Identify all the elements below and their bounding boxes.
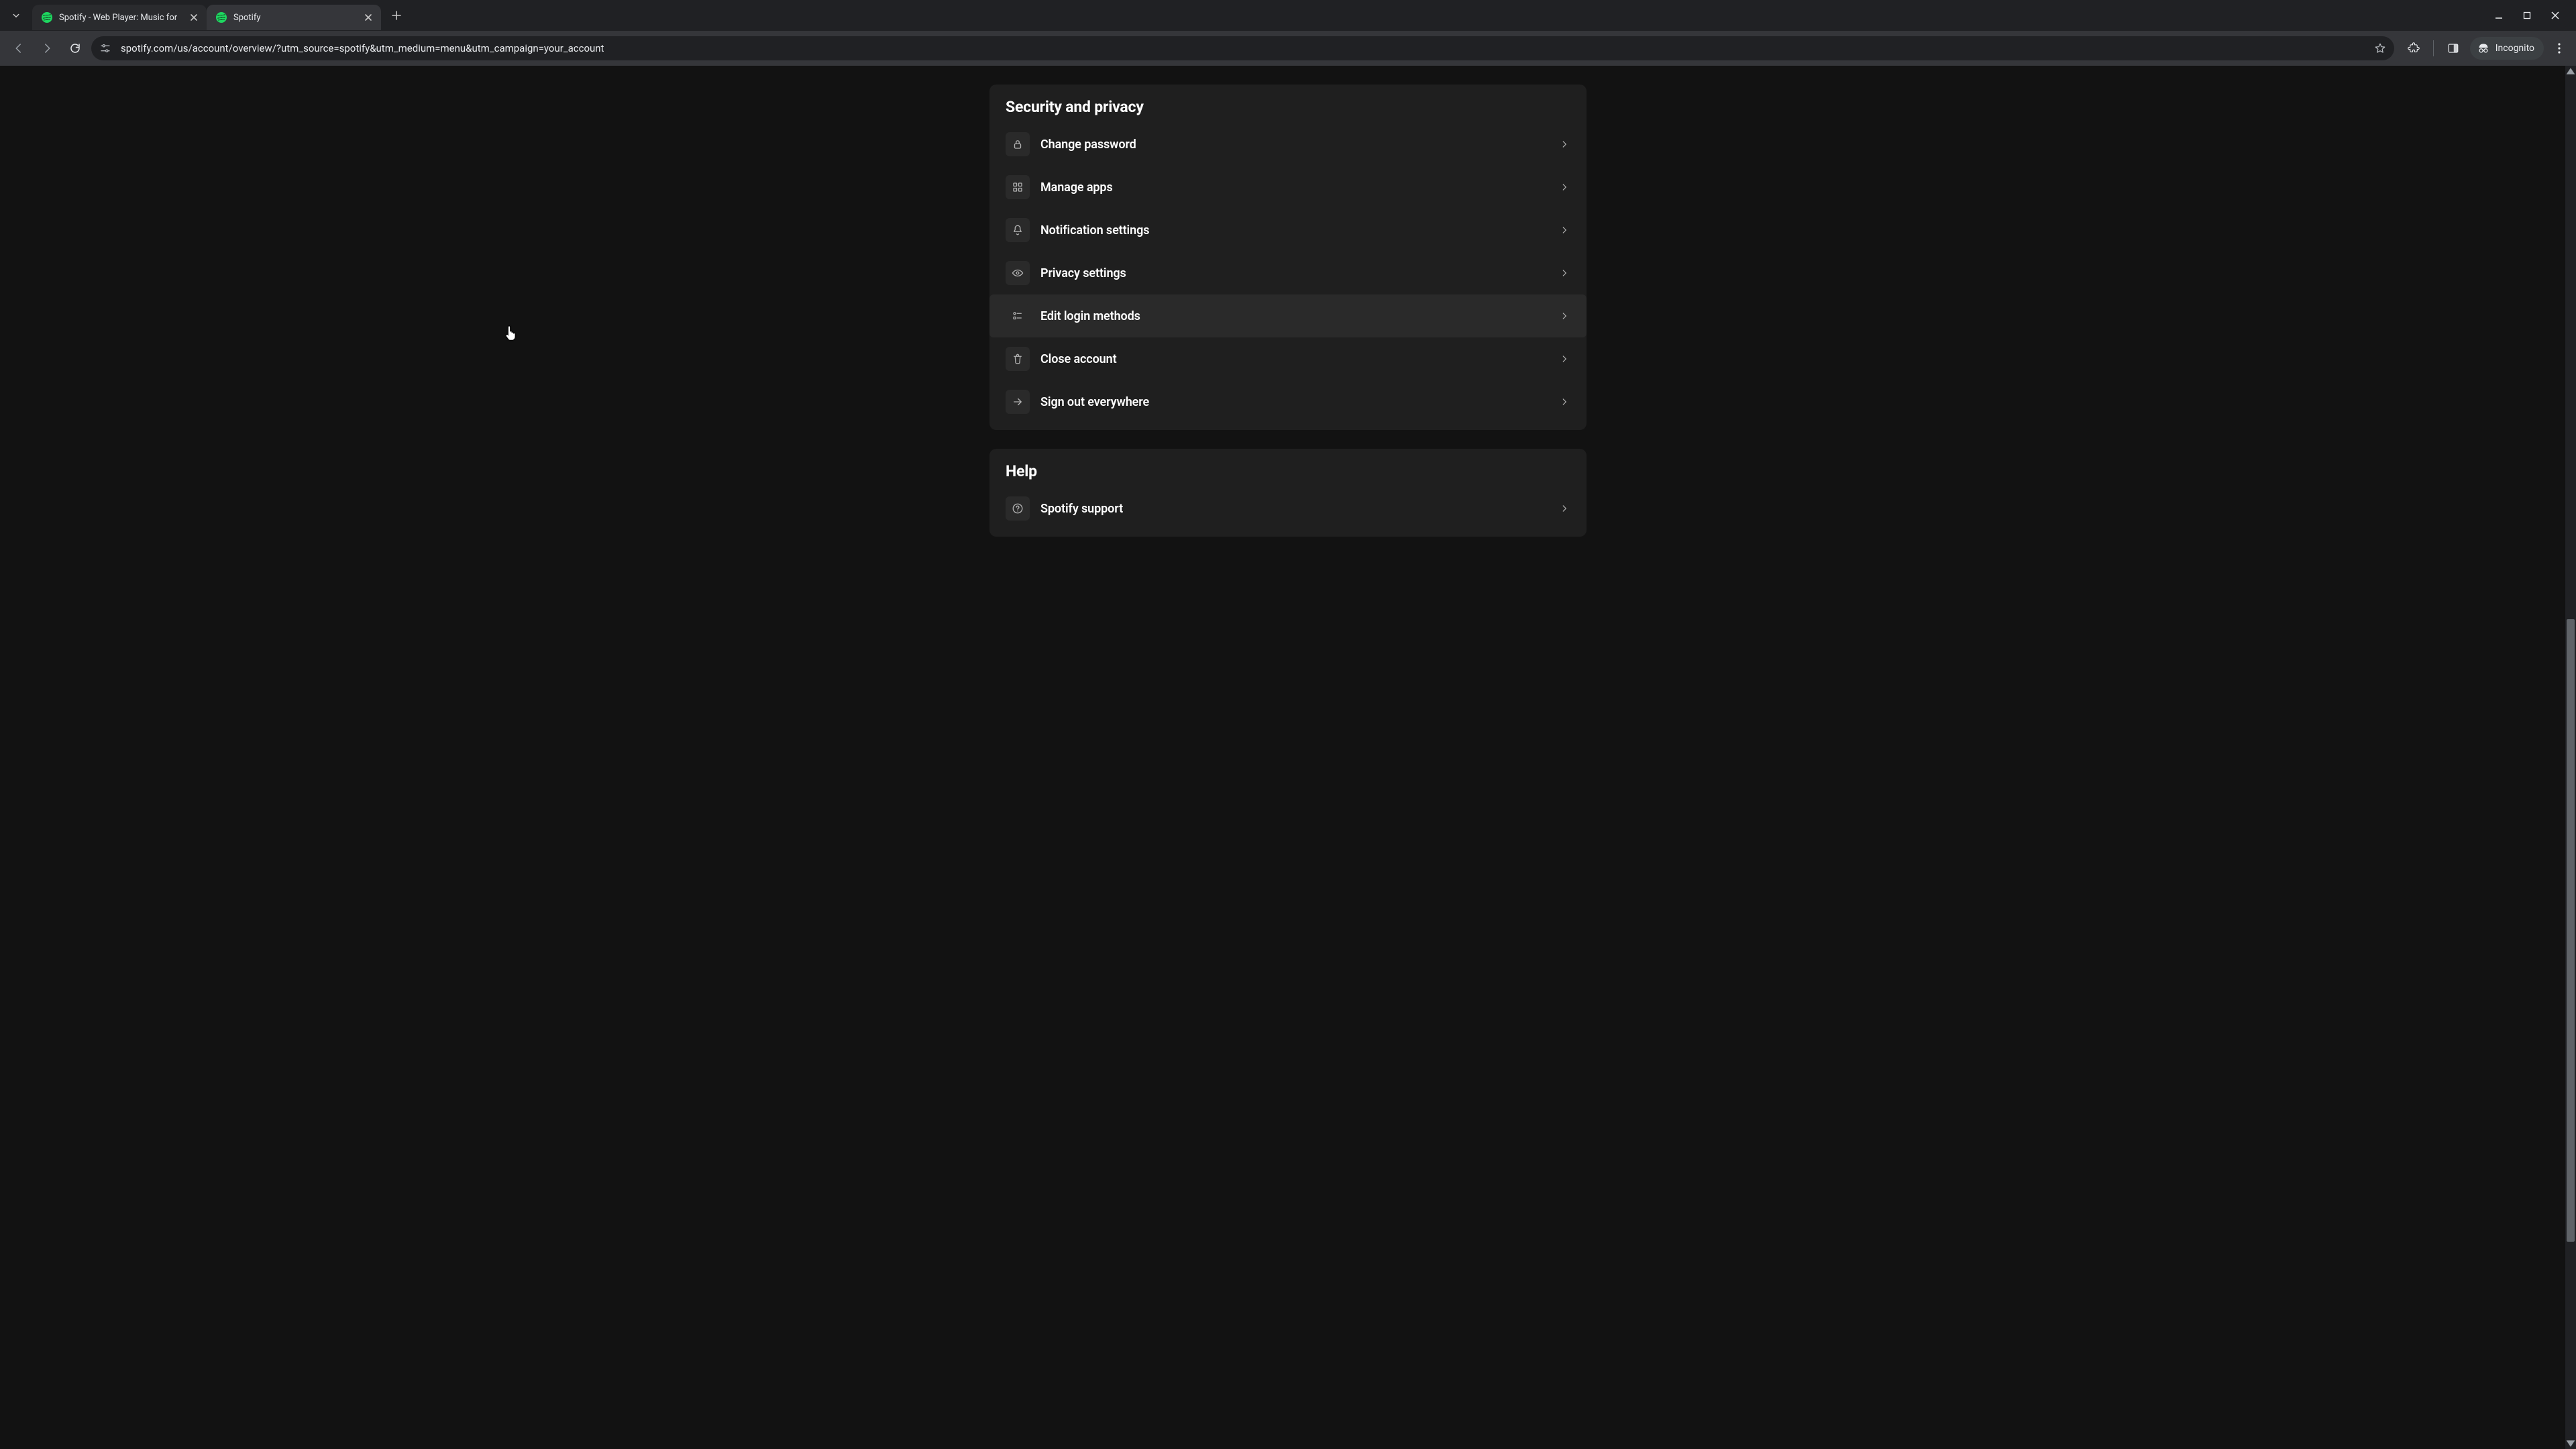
close-icon [190,13,198,21]
scrollbar-thumb[interactable] [2567,619,2575,1242]
star-icon [2374,42,2386,54]
setting-row-change-password[interactable]: Change password [989,123,1587,166]
setting-row-label: Change password [1040,138,1548,152]
window-close-button[interactable] [2549,9,2561,21]
page-scroll[interactable]: Security and privacy Change password Mana… [0,66,2576,1449]
setting-row-close-account[interactable]: Close account [989,337,1587,380]
chevron-right-icon [1558,353,1570,365]
scrollbar-down-button[interactable] [2565,1438,2576,1449]
content-column: Security and privacy Change password Mana… [989,66,1587,1449]
card-title-help: Help [989,462,1587,487]
setting-row-label: Notification settings [1040,223,1548,237]
eye-icon [1006,261,1030,285]
setting-row-notification-settings[interactable]: Notification settings [989,209,1587,252]
plus-icon [392,11,401,20]
tab-title: Spotify - Web Player: Music for [59,13,181,23]
chevron-down-icon [10,9,22,21]
card-title-security: Security and privacy [989,98,1587,123]
triangle-up-icon [2565,66,2576,76]
nav-reload-button[interactable] [63,36,87,60]
settings-card-help: Help Spotify support [989,449,1587,537]
settings-card-security: Security and privacy Change password Mana… [989,85,1587,430]
chevron-right-icon [1558,502,1570,515]
setting-row-label: Close account [1040,352,1548,366]
spotify-favicon-icon [216,12,227,23]
url-text: spotify.com/us/account/overview/?utm_sou… [121,42,2365,54]
maximize-icon [2522,11,2532,20]
toolbar-divider [2433,40,2434,56]
setting-row-label: Spotify support [1040,502,1548,516]
kebab-icon [2558,43,2561,54]
spotify-favicon-icon [42,12,52,23]
tab-search-button[interactable] [4,3,28,28]
setting-row-edit-login-methods[interactable]: Edit login methods [989,294,1587,337]
window-controls [2483,9,2571,21]
lock-icon [1006,132,1030,156]
list-toggle-icon [1006,304,1030,328]
grid-icon [1006,175,1030,199]
incognito-indicator[interactable]: Incognito [2470,37,2544,60]
browser-menu-button[interactable] [2549,37,2569,60]
tab-close-button[interactable] [362,11,374,23]
chevron-right-icon [1558,224,1570,236]
setting-row-sign-out-everywhere[interactable]: Sign out everywhere [989,380,1587,423]
tab-strip: Spotify - Web Player: Music for Spotify [0,0,2576,31]
reload-icon [69,42,81,54]
triangle-down-icon [2565,1438,2576,1449]
extensions-button[interactable] [2402,37,2425,60]
setting-row-label: Manage apps [1040,180,1548,195]
side-panel-button[interactable] [2442,37,2465,60]
help-icon [1006,496,1030,521]
tab-title: Spotify [233,13,356,23]
browser-chrome: Spotify - Web Player: Music for Spotify [0,0,2576,66]
setting-row-label: Edit login methods [1040,309,1548,323]
trash-icon [1006,347,1030,371]
nav-back-button[interactable] [7,36,31,60]
browser-tab-active[interactable]: Spotify [207,5,381,30]
arrow-right-icon [1006,390,1030,414]
tune-icon [99,42,111,54]
new-tab-button[interactable] [386,5,407,25]
address-bar[interactable]: spotify.com/us/account/overview/?utm_sou… [91,36,2394,60]
arrow-right-icon [41,42,53,54]
site-info-button[interactable] [98,41,113,56]
bell-icon [1006,218,1030,242]
tab-strip-left: Spotify - Web Player: Music for Spotify [0,0,2483,31]
scrollbar-up-button[interactable] [2565,66,2576,76]
vertical-scrollbar[interactable] [2565,66,2576,1449]
arrow-left-icon [13,42,25,54]
side-panel-icon [2447,42,2459,54]
setting-row-label: Privacy settings [1040,266,1548,280]
close-icon [2551,11,2560,20]
setting-row-manage-apps[interactable]: Manage apps [989,166,1587,209]
tab-close-button[interactable] [188,11,200,23]
window-minimize-button[interactable] [2493,9,2505,21]
browser-toolbar: spotify.com/us/account/overview/?utm_sou… [0,31,2576,66]
incognito-icon [2477,42,2490,55]
bookmark-button[interactable] [2373,41,2387,56]
puzzle-icon [2408,42,2420,54]
setting-row-spotify-support[interactable]: Spotify support [989,487,1587,530]
chevron-right-icon [1558,138,1570,150]
window-maximize-button[interactable] [2521,9,2533,21]
setting-row-privacy-settings[interactable]: Privacy settings [989,252,1587,294]
toolbar-right: Incognito [2398,37,2569,60]
page-viewport: Security and privacy Change password Mana… [0,66,2576,1449]
chevron-right-icon [1558,310,1570,322]
browser-tab[interactable]: Spotify - Web Player: Music for [32,5,207,30]
incognito-label: Incognito [2496,43,2534,54]
setting-row-label: Sign out everywhere [1040,395,1548,409]
nav-forward-button[interactable] [35,36,59,60]
chevron-right-icon [1558,267,1570,279]
chevron-right-icon [1558,181,1570,193]
minimize-icon [2494,11,2504,20]
chevron-right-icon [1558,396,1570,408]
close-icon [364,13,372,21]
